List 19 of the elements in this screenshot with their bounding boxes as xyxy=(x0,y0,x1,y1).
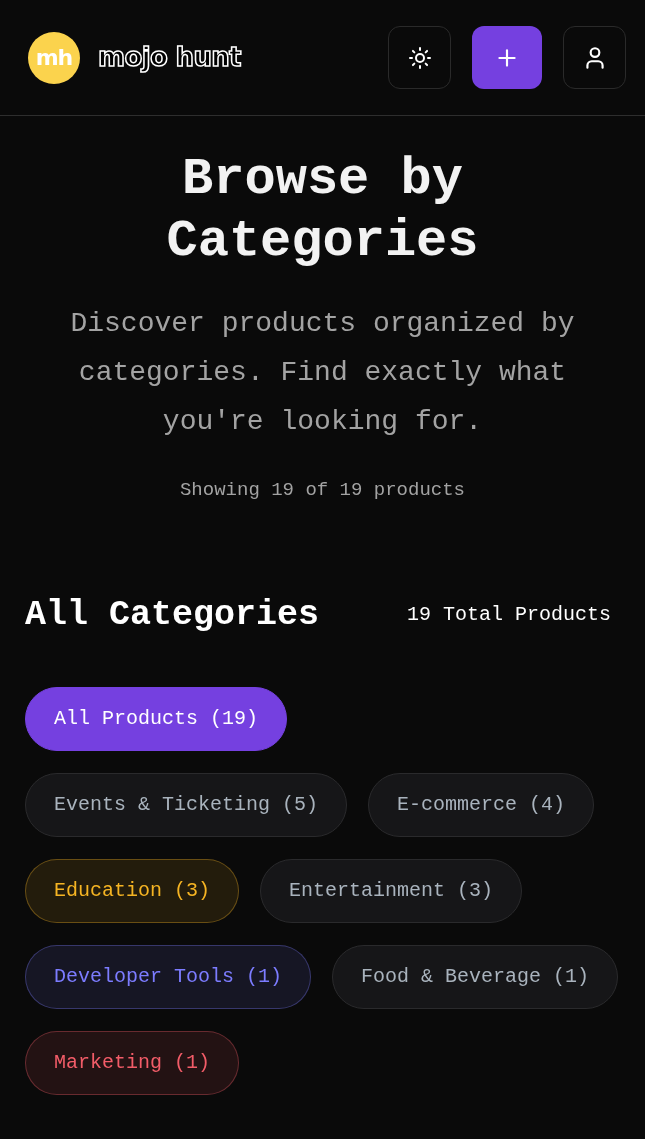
profile-button[interactable] xyxy=(563,26,626,89)
category-chip[interactable]: All Products (19) xyxy=(25,687,288,751)
category-chip[interactable]: Food & Beverage (1) xyxy=(332,945,619,1009)
page-subtitle: Discover products organized by categories. Find exactly what you're looking for. xyxy=(69,307,576,439)
category-chip[interactable]: E-commerce (4) xyxy=(368,773,595,837)
category-chip[interactable]: Events & Ticketing (5) xyxy=(25,773,348,837)
category-chip[interactable]: Entertainment (3) xyxy=(260,859,523,923)
section-title: All Categories xyxy=(25,593,320,637)
logo-mark: mh xyxy=(28,31,80,84)
page-title: Browse by Categories xyxy=(165,149,480,273)
total-products: 19 Total Products xyxy=(406,601,611,628)
logo-text: mojo hunt xyxy=(98,41,241,74)
theme-toggle-button[interactable] xyxy=(388,26,451,89)
product-count: Showing 19 of 19 products xyxy=(179,478,465,503)
sun-icon xyxy=(407,45,432,70)
add-button[interactable] xyxy=(472,26,542,89)
category-chip[interactable]: Developer Tools (1) xyxy=(25,945,312,1009)
category-chip[interactable]: Marketing (1) xyxy=(25,1031,240,1095)
category-chip[interactable]: Education (3) xyxy=(25,859,240,923)
